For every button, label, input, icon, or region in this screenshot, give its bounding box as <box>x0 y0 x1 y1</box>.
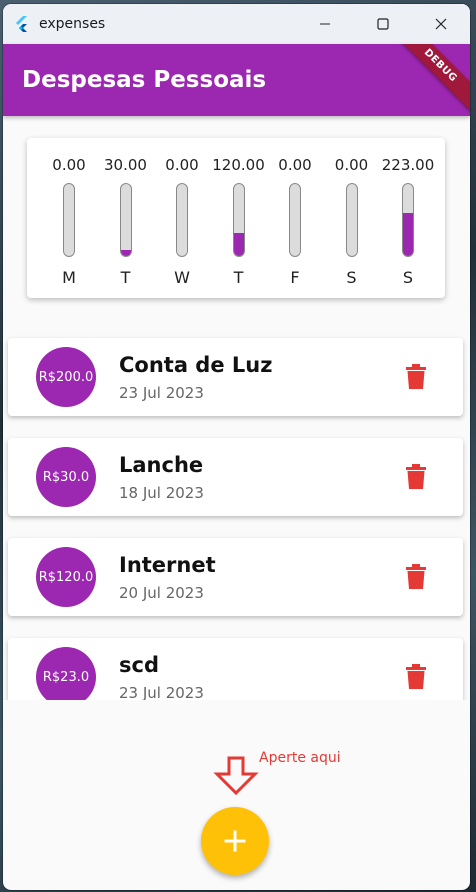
hint-label: Aperte aqui <box>259 750 341 766</box>
transaction-date: 18 Jul 2023 <box>119 484 204 502</box>
chart-bar-column: 120.00 T <box>211 138 267 298</box>
debug-banner-clip: DEBUG <box>3 44 470 116</box>
chart-day-label: S <box>346 268 357 287</box>
chart-bar <box>233 232 244 256</box>
minimize-icon <box>320 23 330 25</box>
chart-bar-column: 0.00 M <box>41 138 97 298</box>
chart-bar-column: 223.00 S <box>380 138 436 298</box>
transaction-date: 23 Jul 2023 <box>119 684 204 700</box>
arrow-down-outline-icon <box>213 756 259 796</box>
add-transaction-button[interactable] <box>201 807 269 875</box>
window-titlebar[interactable]: expenses <box>3 4 470 44</box>
transaction-card: R$200.0 Conta de Luz 23 Jul 2023 <box>8 338 463 416</box>
transaction-title: Internet <box>119 553 216 577</box>
close-icon <box>435 18 447 30</box>
transaction-card: R$23.0 scd 23 Jul 2023 <box>8 638 463 700</box>
transaction-card: R$30.0 Lanche 18 Jul 2023 <box>8 438 463 516</box>
plus-icon <box>224 830 246 852</box>
chart-day-label: T <box>120 268 131 287</box>
transaction-value-avatar: R$120.0 <box>36 547 96 607</box>
chart-bar-column: 0.00 F <box>267 138 323 298</box>
chart-bar-column: 30.00 T <box>98 138 154 298</box>
chart-bar-value-label: 0.00 <box>278 156 312 174</box>
chart-day-label: W <box>174 268 190 287</box>
chart-bar-track <box>176 183 188 257</box>
maximize-button[interactable] <box>354 4 412 44</box>
chart-bar <box>120 250 131 256</box>
window-title: expenses <box>39 16 106 32</box>
chart-bar <box>403 212 413 256</box>
chart-bar-value-label: 0.00 <box>52 156 86 174</box>
chart-bar-track <box>289 183 301 257</box>
chart-bar-track <box>345 183 358 257</box>
chart-day-label: F <box>290 268 300 287</box>
transaction-date: 20 Jul 2023 <box>119 584 204 602</box>
chart-bar-value-label: 120.00 <box>212 156 265 174</box>
chart-bar-value-label: 0.00 <box>334 156 369 174</box>
transaction-value-avatar: R$200.0 <box>36 347 96 407</box>
window-controls <box>296 4 470 44</box>
weekly-chart: 0.00 M 30.00 T 0.00 W 120.00 T 0.00 F 0.00 S 223.00 S <box>27 138 445 298</box>
debug-banner: DEBUG <box>383 44 470 116</box>
trash-icon[interactable] <box>404 664 428 690</box>
chart-day-label: S <box>402 268 414 287</box>
minimize-button[interactable] <box>296 4 354 44</box>
chart-day-label: T <box>233 268 244 287</box>
chart-bar-value-label: 223.00 <box>381 156 435 174</box>
transaction-title: scd <box>119 653 159 677</box>
chart-bar-track <box>119 183 132 257</box>
chart-bar-column: 0.00 S <box>324 138 380 298</box>
chart-bar-track <box>402 183 414 257</box>
flutter-logo-icon <box>16 16 27 32</box>
trash-icon[interactable] <box>404 464 428 490</box>
transaction-title: Conta de Luz <box>119 353 273 377</box>
transaction-value-avatar: R$30.0 <box>36 447 96 507</box>
chart-bar-column: 0.00 W <box>154 138 210 298</box>
chart-bar-track <box>63 183 75 257</box>
trash-icon[interactable] <box>404 564 428 590</box>
transaction-title: Lanche <box>119 453 204 477</box>
chart-bar-track <box>232 183 245 257</box>
chart-bar-value-label: 0.00 <box>165 156 199 174</box>
chart-day-label: M <box>62 268 76 287</box>
app-window: expenses Despesas Pessoais DEBUG 0.00 M 30… <box>3 4 470 890</box>
chart-bar-value-label: 30.00 <box>104 156 147 174</box>
transaction-list[interactable]: R$200.0 Conta de Luz 23 Jul 2023 R$30.0 Lanc… <box>3 326 470 700</box>
trash-icon[interactable] <box>404 364 428 390</box>
transaction-card: R$120.0 Internet 20 Jul 2023 <box>8 538 463 616</box>
transaction-date: 23 Jul 2023 <box>119 384 204 402</box>
maximize-icon <box>377 18 389 30</box>
close-button[interactable] <box>412 4 470 44</box>
transaction-value-avatar: R$23.0 <box>36 647 96 700</box>
